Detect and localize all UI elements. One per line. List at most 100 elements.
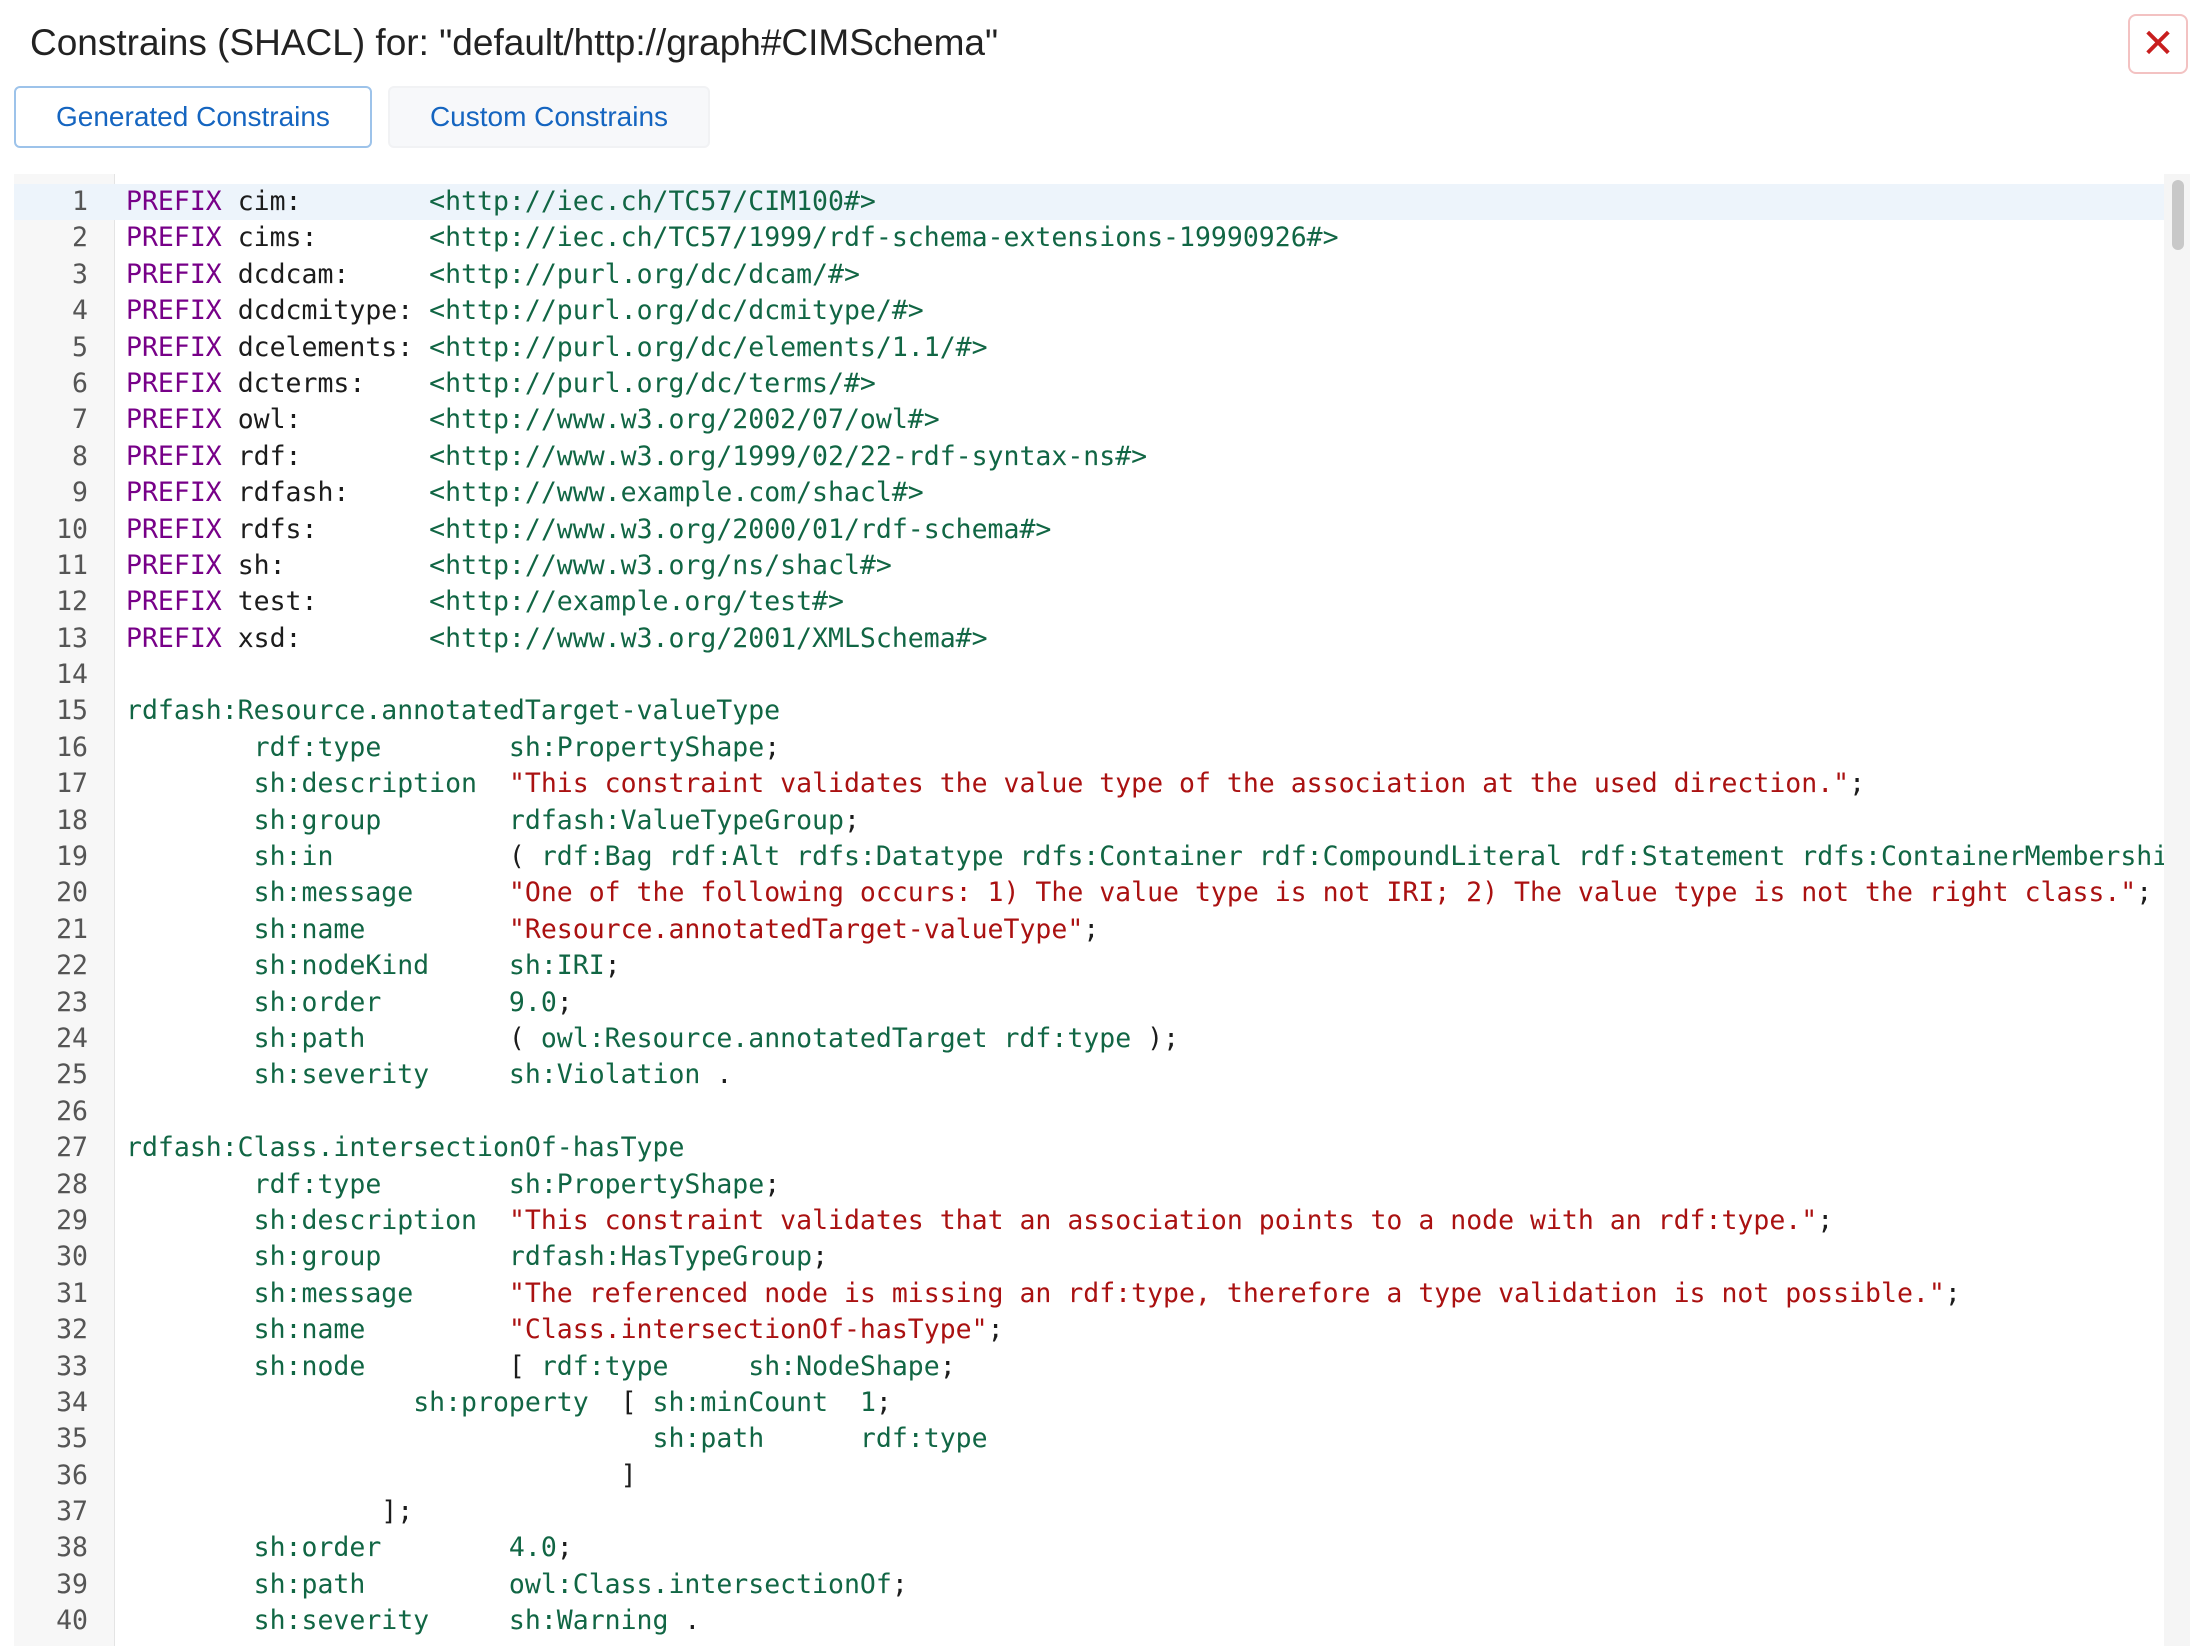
tab-generated-constrains[interactable]: Generated Constrains	[14, 86, 372, 148]
code-token: sh:PropertyShape	[508, 731, 765, 763]
line-number: 5	[72, 331, 88, 363]
code-line[interactable]: 18 sh:group rdfash:ValueTypeGroup;	[14, 803, 2164, 839]
code-line[interactable]: 13 PREFIX xsd: <http://www.w3.org/2001/XM…	[14, 621, 2164, 657]
code-line[interactable]: 17 sh:description "This constraint valid…	[14, 766, 2164, 802]
line-number: 24	[56, 1022, 88, 1054]
line-text: PREFIX dcelements: <http://purl.org/dc/e…	[126, 330, 2176, 366]
code-token: sh:message	[253, 877, 414, 909]
code-line[interactable]: 20 sh:message "One of the following occu…	[14, 875, 2164, 911]
line-text: PREFIX sh: <http://www.w3.org/ns/shacl#>	[126, 548, 2176, 584]
code-token: cim:	[221, 186, 430, 217]
code-token: sh:severity	[253, 1059, 430, 1091]
code-line[interactable]: 3 PREFIX dcdcam: <http://purl.org/dc/dcam…	[14, 257, 2164, 293]
code-line[interactable]: 7 PREFIX owl: <http://www.w3.org/2002/07/…	[14, 402, 2164, 438]
line-text: PREFIX test: <http://example.org/test#>	[126, 584, 2176, 620]
line-number: 8	[72, 440, 88, 472]
code-line[interactable]: 11 PREFIX sh: <http://www.w3.org/ns/shacl…	[14, 548, 2164, 584]
code-token: <http://purl.org/dc/dcmitype/#>	[429, 295, 924, 327]
line-number: 21	[56, 913, 88, 945]
scrollbar-thumb[interactable]	[2172, 180, 2184, 250]
code-line[interactable]: 23 sh:order 9.0;	[14, 985, 2164, 1021]
code-line[interactable]: 16 rdf:type sh:PropertyShape;	[14, 730, 2164, 766]
line-number: 40	[56, 1605, 88, 1637]
code-line[interactable]: 4 PREFIX dcdcmitype: <http://purl.org/dc/…	[14, 293, 2164, 329]
code-line[interactable]: 6 PREFIX dcterms: <http://purl.org/dc/ter…	[14, 366, 2164, 402]
line-number: 16	[56, 731, 88, 763]
code-line[interactable]: 22 sh:nodeKind sh:IRI;	[14, 948, 2164, 984]
code-line[interactable]: 5 PREFIX dcelements: <http://purl.org/dc/…	[14, 330, 2164, 366]
code-line[interactable]: 38 sh:order 4.0;	[14, 1530, 2164, 1566]
code-line[interactable]: 1 PREFIX cim: <http://iec.ch/TC57/CIM100#…	[14, 184, 2164, 221]
code-line[interactable]: 39 sh:path owl:Class.intersectionOf;	[14, 1567, 2164, 1603]
code-token: sh:NodeShape	[748, 1350, 940, 1382]
close-button[interactable]: ✕	[2128, 14, 2188, 74]
code-line[interactable]: 9 PREFIX rdfash: <http://www.example.com/…	[14, 475, 2164, 511]
code-line[interactable]: 40 sh:severity sh:Warning .	[14, 1603, 2164, 1639]
code-content[interactable]: 1 PREFIX cim: <http://iec.ch/TC57/CIM100#…	[14, 184, 2176, 1640]
line-number: 19	[56, 841, 88, 873]
code-token: (	[508, 1022, 541, 1054]
code-line[interactable]: 33 sh:node [ rdf:type sh:NodeShape;	[14, 1349, 2164, 1385]
code-token: PREFIX	[126, 477, 222, 509]
code-line[interactable]: 8 PREFIX rdf: <http://www.w3.org/1999/02/…	[14, 439, 2164, 475]
code-token: <http://iec.ch/TC57/CIM100#>	[429, 186, 876, 217]
code-line[interactable]: 2 PREFIX cims: <http://iec.ch/TC57/1999/r…	[14, 220, 2164, 256]
code-token: PREFIX	[126, 367, 222, 399]
line-number: 26	[56, 1095, 88, 1127]
code-token: .	[668, 1605, 701, 1637]
code-line[interactable]: 31 sh:message "The referenced node is mi…	[14, 1276, 2164, 1312]
line-number: 25	[56, 1059, 88, 1091]
code-token: sh:property	[413, 1386, 589, 1418]
line-text: sh:in ( rdf:Bag rdf:Alt rdfs:Datatype rd…	[126, 839, 2176, 875]
line-text: sh:message "The referenced node is missi…	[126, 1276, 2176, 1312]
line-number: 30	[56, 1241, 88, 1273]
code-line[interactable]: 32 sh:name "Class.intersectionOf-hasType…	[14, 1312, 2164, 1348]
code-line[interactable]: 10 PREFIX rdfs: <http://www.w3.org/2000/0…	[14, 512, 2164, 548]
code-token: );	[1131, 1022, 1180, 1054]
line-text: sh:group rdfash:HasTypeGroup;	[126, 1239, 2176, 1275]
code-line[interactable]: 25 sh:severity sh:Violation .	[14, 1057, 2164, 1093]
code-line[interactable]: 37 ];	[14, 1494, 2164, 1530]
dialog-header: Constrains (SHACL) for: "default/http://…	[0, 0, 2202, 86]
code-token: sh:path	[253, 1568, 366, 1600]
code-token: <http://www.example.com/shacl#>	[429, 477, 924, 509]
code-line[interactable]: 34 sh:property [ sh:minCount 1;	[14, 1385, 2164, 1421]
code-line[interactable]: 24 sh:path ( owl:Resource.annotatedTarge…	[14, 1021, 2164, 1057]
vertical-scrollbar[interactable]	[2164, 174, 2190, 1646]
code-token: PREFIX	[126, 440, 222, 472]
code-line[interactable]: 12 PREFIX test: <http://example.org/test#…	[14, 584, 2164, 620]
tab-custom-constrains[interactable]: Custom Constrains	[387, 86, 711, 148]
line-number: 18	[56, 804, 88, 836]
code-token: "Class.intersectionOf-hasType"	[508, 1314, 988, 1346]
code-line[interactable]: 21 sh:name "Resource.annotatedTarget-val…	[14, 912, 2164, 948]
code-line[interactable]: 35 sh:path rdf:type	[14, 1421, 2164, 1457]
line-text: sh:path owl:Class.intersectionOf;	[126, 1567, 2176, 1603]
code-token: dcdcam:	[221, 258, 430, 290]
code-line[interactable]: 28 rdf:type sh:PropertyShape;	[14, 1167, 2164, 1203]
code-editor[interactable]: 1 PREFIX cim: <http://iec.ch/TC57/CIM100#…	[14, 174, 2190, 1646]
code-line[interactable]: 36 ]	[14, 1458, 2164, 1494]
code-token: rdf:type	[253, 731, 382, 763]
code-line[interactable]: 14	[14, 657, 2164, 693]
code-line[interactable]: 15 rdfash:Resource.annotatedTarget-valueT…	[14, 693, 2164, 729]
code-line[interactable]: 27 rdfash:Class.intersectionOf-hasType	[14, 1130, 2164, 1166]
code-line[interactable]: 26	[14, 1094, 2164, 1130]
code-token: 9.0	[508, 986, 557, 1018]
line-number: 39	[56, 1568, 88, 1600]
code-line[interactable]: 29 sh:description "This constraint valid…	[14, 1203, 2164, 1239]
code-token: sh:	[221, 549, 430, 581]
code-token: sh:message	[253, 1277, 414, 1309]
code-line[interactable]: 19 sh:in ( rdf:Bag rdf:Alt rdfs:Datatype…	[14, 839, 2176, 875]
code-line[interactable]: 30 sh:group rdfash:HasTypeGroup;	[14, 1239, 2164, 1275]
